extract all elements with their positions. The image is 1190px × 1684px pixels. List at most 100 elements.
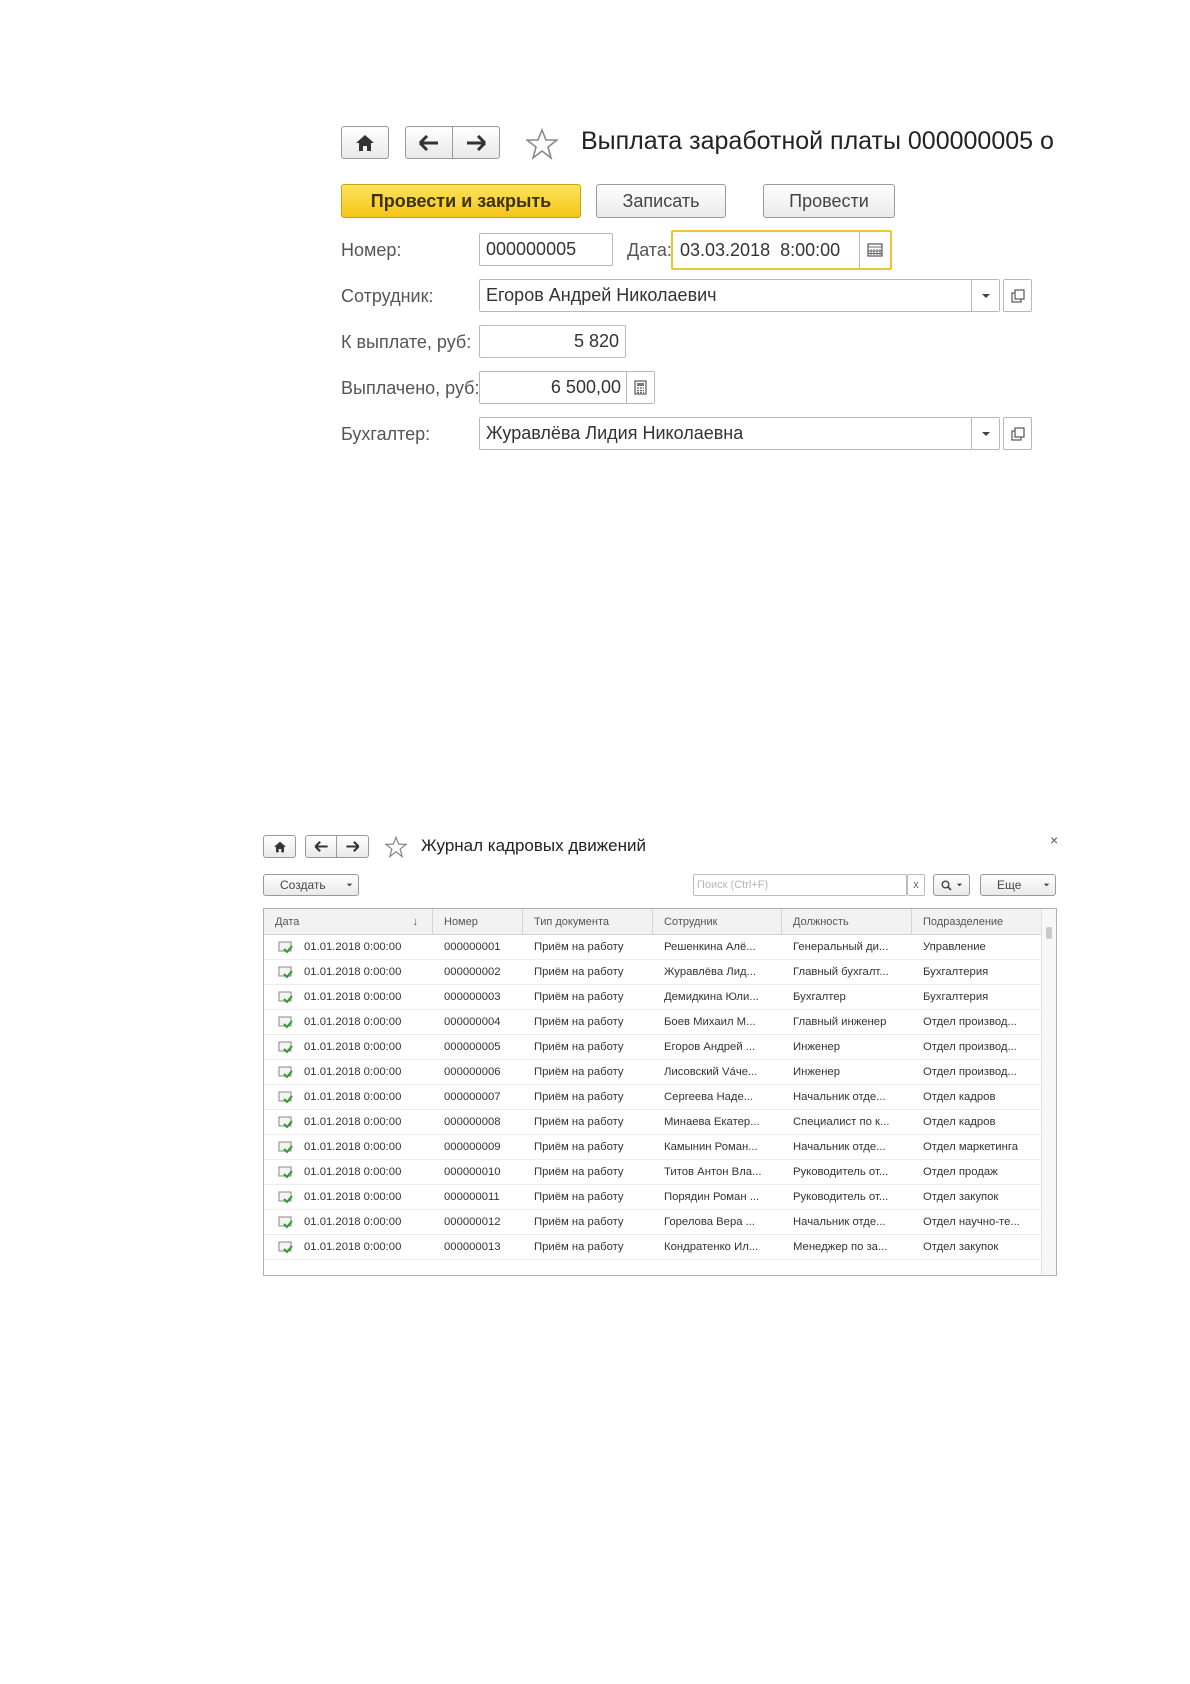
cell-employee: Демидкина Юли... xyxy=(664,991,759,1003)
table-row[interactable]: 01.01.2018 0:00:00 000000009 Приём на рабо… xyxy=(264,1135,1041,1160)
accountant-label: Бухгалтер: xyxy=(341,424,431,444)
cell-employee: Титов Антон Вла... xyxy=(664,1166,762,1178)
more-button[interactable]: Еще xyxy=(980,874,1056,896)
home-button[interactable] xyxy=(341,126,389,159)
table-row[interactable]: 01.01.2018 0:00:00 000000008 Приём на рабо… xyxy=(264,1110,1041,1135)
more-label: Еще xyxy=(997,878,1022,892)
cell-employee: Горелова Вера ... xyxy=(664,1216,756,1228)
cell-department: Отдел закупок xyxy=(923,1191,999,1203)
posted-document-icon xyxy=(278,941,293,953)
search-input[interactable]: Поиск (Ctrl+F) xyxy=(693,874,907,896)
posted-document-icon xyxy=(278,1066,293,1078)
cell-employee: Егоров Андрей ... xyxy=(664,1041,756,1053)
column-header-employee[interactable]: Сотрудник xyxy=(653,909,782,934)
cell-department: Отдел научно-те... xyxy=(923,1216,1020,1228)
posted-document-icon xyxy=(278,966,293,978)
cell-date: 01.01.2018 0:00:00 xyxy=(304,1191,402,1203)
table-row[interactable]: 01.01.2018 0:00:00 000000004 Приём на рабо… xyxy=(264,1010,1041,1035)
posted-document-icon xyxy=(278,1141,293,1153)
forward-button[interactable] xyxy=(452,126,500,159)
search-placeholder: Поиск (Ctrl+F) xyxy=(697,879,769,891)
forward-button[interactable] xyxy=(336,835,369,858)
cell-doc-type: Приём на работу xyxy=(534,1191,624,1203)
cell-position: Руководитель от... xyxy=(793,1166,889,1178)
search-clear-button[interactable]: x xyxy=(907,874,925,896)
chevron-down-icon xyxy=(956,883,962,887)
create-button[interactable]: Создать xyxy=(263,874,359,896)
cell-number: 000000012 xyxy=(444,1216,501,1228)
create-label: Создать xyxy=(280,878,326,892)
cell-department: Отдел кадров xyxy=(923,1091,996,1103)
cell-date: 01.01.2018 0:00:00 xyxy=(304,1241,402,1253)
cell-employee: Лисовский Váче... xyxy=(664,1066,758,1078)
cell-position: Менеджер по за... xyxy=(793,1241,888,1253)
employee-value: Егоров Андрей Николаевич xyxy=(486,285,717,305)
search-options-button[interactable] xyxy=(933,874,970,896)
employee-field[interactable]: Егоров Андрей Николаевич xyxy=(479,279,1000,312)
post-and-close-button[interactable]: Провести и закрыть xyxy=(341,184,581,218)
post-button[interactable]: Провести xyxy=(763,184,895,218)
posted-document-icon xyxy=(278,991,293,1003)
date-field[interactable]: 03.03.2018 8:00:00 xyxy=(671,230,892,270)
accountant-open-button[interactable] xyxy=(1003,417,1032,450)
cell-department: Отдел производ... xyxy=(923,1066,1017,1078)
table-row[interactable]: 01.01.2018 0:00:00 000000011 Приём на рабо… xyxy=(264,1185,1041,1210)
cell-number: 000000004 xyxy=(444,1016,501,1028)
favorite-star-icon[interactable] xyxy=(524,127,560,161)
table-row[interactable]: 01.01.2018 0:00:00 000000010 Приём на рабо… xyxy=(264,1160,1041,1185)
cell-date: 01.01.2018 0:00:00 xyxy=(304,1091,402,1103)
back-button[interactable] xyxy=(305,835,337,858)
cell-position: Специалист по к... xyxy=(793,1116,890,1128)
cell-number: 000000009 xyxy=(444,1141,501,1153)
column-header-date[interactable]: Дата ↓ xyxy=(264,909,433,934)
chevron-down-icon xyxy=(981,431,990,436)
paid-label: Выплачено, руб: xyxy=(341,378,480,398)
cell-doc-type: Приём на работу xyxy=(534,1066,624,1078)
scrollbar-thumb[interactable] xyxy=(1046,927,1052,939)
chevron-down-icon xyxy=(346,883,352,887)
accountant-field[interactable]: Журавлёва Лидия Николаевна xyxy=(479,417,1000,450)
cell-position: Главный бухгалт... xyxy=(793,966,889,978)
table-row[interactable]: 01.01.2018 0:00:00 000000005 Приём на рабо… xyxy=(264,1035,1041,1060)
posted-document-icon xyxy=(278,1166,293,1178)
cell-department: Управление xyxy=(923,941,986,953)
save-button[interactable]: Записать xyxy=(596,184,726,218)
table-row[interactable]: 01.01.2018 0:00:00 000000001 Приём на рабо… xyxy=(264,935,1041,960)
home-button[interactable] xyxy=(263,835,296,858)
close-icon[interactable]: × xyxy=(1050,832,1058,848)
employee-dropdown-button[interactable] xyxy=(971,280,999,311)
accountant-dropdown-button[interactable] xyxy=(971,418,999,449)
calculator-button[interactable] xyxy=(626,372,654,403)
table-row[interactable]: 01.01.2018 0:00:00 000000007 Приём на рабо… xyxy=(264,1085,1041,1110)
paid-value: 6 500,00 xyxy=(550,377,621,397)
cell-doc-type: Приём на работу xyxy=(534,991,624,1003)
table-row[interactable]: 01.01.2018 0:00:00 000000002 Приём на рабо… xyxy=(264,960,1041,985)
column-header-department[interactable]: Подразделение xyxy=(912,909,1041,934)
favorite-star-icon[interactable] xyxy=(383,835,409,859)
to-pay-label: К выплате, руб: xyxy=(341,332,472,352)
cell-number: 000000003 xyxy=(444,991,501,1003)
cell-date: 01.01.2018 0:00:00 xyxy=(304,1041,402,1053)
employee-open-button[interactable] xyxy=(1003,279,1032,312)
column-header-doc-type[interactable]: Тип документа xyxy=(523,909,653,934)
column-header-position[interactable]: Должность xyxy=(782,909,912,934)
paid-field[interactable]: 6 500,00 xyxy=(479,371,655,404)
table-row[interactable]: 01.01.2018 0:00:00 000000012 Приём на рабо… xyxy=(264,1210,1041,1235)
table-row[interactable]: 01.01.2018 0:00:00 000000013 Приём на рабо… xyxy=(264,1235,1041,1260)
table-scrollbar[interactable] xyxy=(1041,909,1056,1275)
calendar-button[interactable] xyxy=(859,232,890,268)
arrow-left-icon xyxy=(418,134,438,151)
cell-date: 01.01.2018 0:00:00 xyxy=(304,1216,402,1228)
table-row[interactable]: 01.01.2018 0:00:00 000000006 Приём на рабо… xyxy=(264,1060,1041,1085)
table-row[interactable]: 01.01.2018 0:00:00 000000003 Приём на рабо… xyxy=(264,985,1041,1010)
calculator-icon xyxy=(634,380,647,395)
cell-number: 000000002 xyxy=(444,966,501,978)
cell-doc-type: Приём на работу xyxy=(534,941,624,953)
employee-label: Сотрудник: xyxy=(341,286,434,306)
number-field[interactable]: 000000005 xyxy=(479,233,613,266)
back-button[interactable] xyxy=(405,126,453,159)
cell-date: 01.01.2018 0:00:00 xyxy=(304,1016,402,1028)
cell-employee: Камынин Роман... xyxy=(664,1141,758,1153)
column-header-number[interactable]: Номер xyxy=(433,909,523,934)
cell-employee: Сергеева Наде... xyxy=(664,1091,754,1103)
